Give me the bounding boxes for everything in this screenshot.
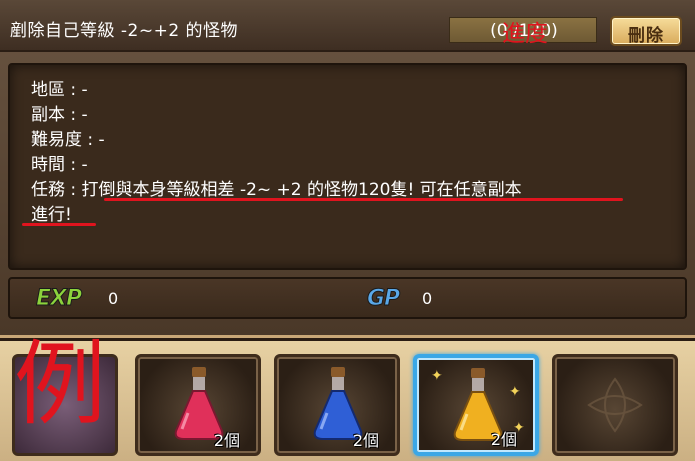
ornament-icon — [587, 377, 643, 433]
item-qty: 2個 — [490, 430, 517, 449]
quest-title-bar: 剷除自己等級 -2~+2 的怪物 (0 /120) 刪除 — [0, 0, 695, 52]
delete-button-label: 刪除 — [628, 26, 664, 46]
quest-info-box: 地區 : - 副本 : - 難易度 : - 時間 : - 任務 : 打倒與本身等… — [8, 63, 687, 270]
info-time: 時間 : - — [31, 155, 88, 175]
info-mission-line1: 任務 : 打倒與本身等級相差 -2~ +2 的怪物120隻! 可在任意副本 — [31, 180, 522, 200]
quest-panel: 剷除自己等級 -2~+2 的怪物 (0 /120) 刪除 進度 地區 : - 副… — [0, 0, 695, 338]
info-dungeon: 副本 : - — [31, 105, 88, 125]
delete-button[interactable]: 刪除 — [610, 16, 682, 46]
info-mission-line2: 進行! — [31, 205, 72, 225]
sparkle-icon: ✦ — [509, 384, 521, 400]
item-slot-empty[interactable] — [552, 354, 678, 456]
item-qty: 2個 — [352, 431, 379, 450]
progress-annotation: 進度 — [502, 21, 548, 47]
exp-label: EXP — [35, 286, 82, 312]
gp-value: 0 — [422, 289, 433, 308]
quest-title: 剷除自己等級 -2~+2 的怪物 — [10, 21, 239, 41]
item-qty: 2個 — [213, 431, 240, 450]
mission-underline — [104, 198, 623, 201]
sample-annotation: 例 — [14, 331, 107, 438]
exp-value: 0 — [108, 289, 119, 308]
rewards-bar: EXP 0 GP 0 — [8, 277, 687, 319]
info-region: 地區 : - — [31, 80, 88, 100]
item-slot-blue-potion[interactable]: 2個 — [274, 354, 400, 456]
mission-underline-short — [22, 223, 96, 226]
gp-label: GP — [366, 286, 400, 312]
info-difficulty: 難易度 : - — [31, 130, 105, 150]
sparkle-icon: ✦ — [431, 368, 443, 384]
item-slot-red-potion[interactable]: 2個 — [135, 354, 261, 456]
item-slot-yellow-potion[interactable]: ✦ ✦ ✦ 2個 — [413, 354, 539, 456]
